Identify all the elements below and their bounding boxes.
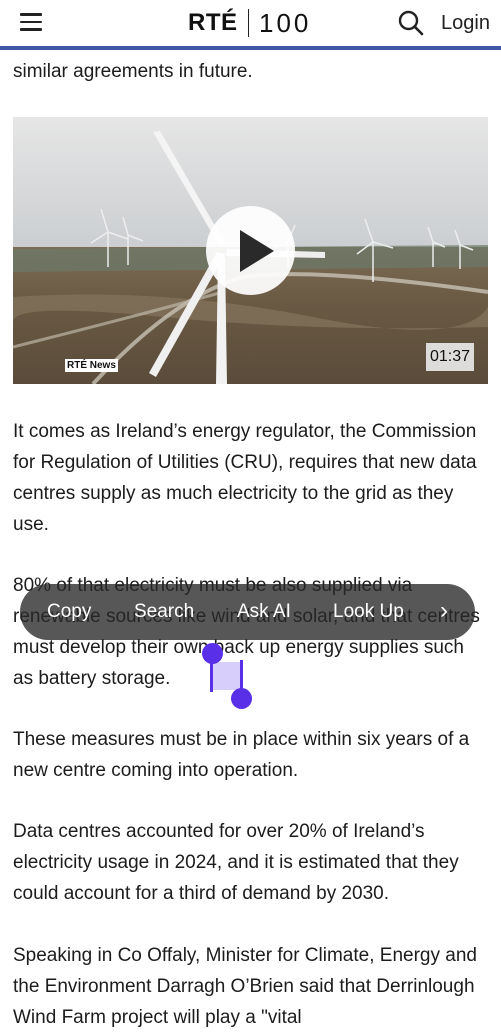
- article-paragraph: Speaking in Co Offaly, Minister for Clim…: [13, 945, 477, 1028]
- ask-ai-button[interactable]: Ask AI: [237, 601, 291, 623]
- search-icon[interactable]: [398, 10, 424, 36]
- text-selection-highlight: [211, 662, 242, 690]
- top-header: RTÉ 100 Login: [0, 0, 501, 50]
- article-paragraph: similar agreements in future.: [13, 61, 253, 82]
- rte-news-badge: RTÉ News: [65, 359, 118, 372]
- article-paragraph: It comes as Ireland’s energy regulator, …: [13, 421, 477, 535]
- login-link[interactable]: Login: [441, 12, 490, 35]
- selection-start-handle[interactable]: [202, 643, 223, 664]
- logo-rte-text: RTÉ: [188, 9, 238, 36]
- search-button[interactable]: Search: [134, 601, 194, 623]
- logo-hundred-text: 100: [259, 7, 312, 38]
- video-duration: 01:37: [426, 343, 475, 371]
- article-paragraph: Data centres accounted for over 20% of I…: [13, 821, 459, 904]
- text-selection-menu: Copy Search Ask AI Look Up ›: [20, 584, 475, 640]
- look-up-button[interactable]: Look Up: [333, 601, 404, 623]
- selection-end-handle[interactable]: [231, 688, 252, 709]
- video-player[interactable]: RTÉ News 01:37: [13, 117, 488, 384]
- copy-button[interactable]: Copy: [47, 601, 91, 623]
- hamburger-menu-icon[interactable]: [20, 13, 42, 31]
- selection-start-line: [210, 660, 213, 692]
- article-paragraph: These measures must be in place within s…: [13, 729, 470, 781]
- play-button[interactable]: [206, 206, 295, 295]
- rte-100-logo[interactable]: RTÉ 100: [188, 8, 311, 38]
- header-accent-bar: [0, 46, 501, 50]
- more-chevron-icon[interactable]: ›: [440, 597, 448, 625]
- logo-divider: [247, 9, 249, 37]
